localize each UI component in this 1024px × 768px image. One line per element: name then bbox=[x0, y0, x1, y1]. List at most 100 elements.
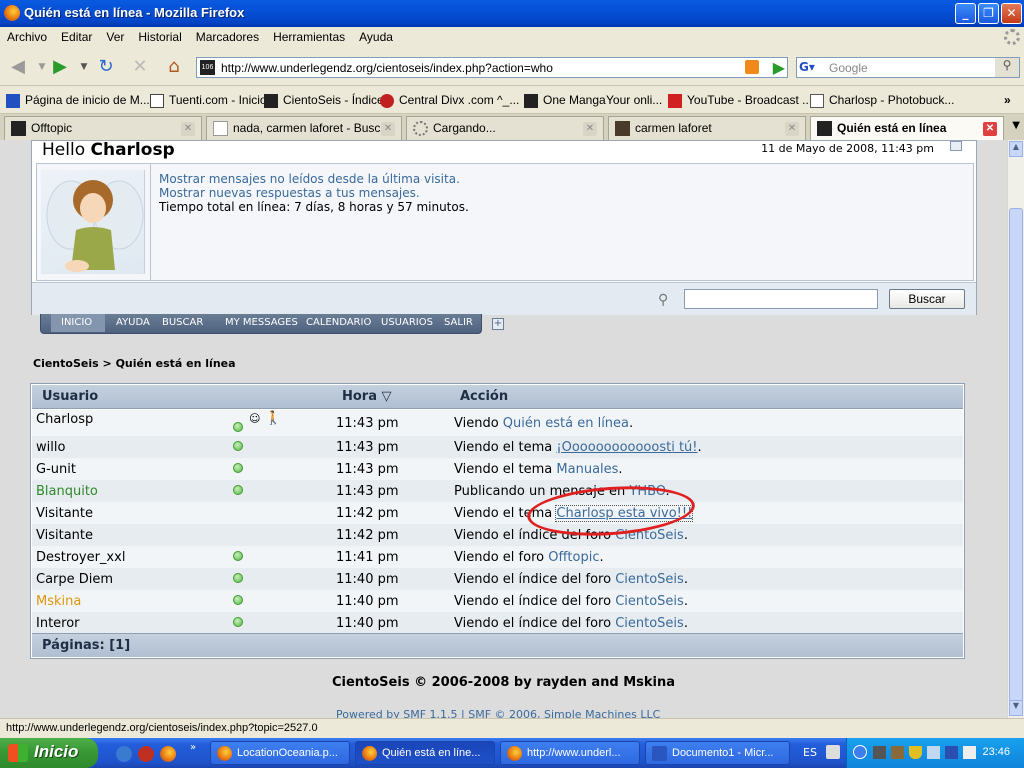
quicklaunch-overflow-icon[interactable]: » bbox=[190, 742, 196, 753]
tab-close-icon[interactable]: ✕ bbox=[983, 122, 997, 136]
bookmark-item[interactable]: One Manga bbox=[524, 93, 606, 108]
col-usuario[interactable]: Usuario bbox=[42, 389, 98, 404]
tab-quien-esta-en-linea[interactable]: Quién está en línea ✕ bbox=[810, 116, 1004, 140]
nav-usuarios[interactable]: USUARIOS bbox=[381, 317, 433, 328]
bookmark-item[interactable]: CientoSeis - Índice bbox=[264, 93, 384, 108]
scroll-up-icon[interactable]: ▲ bbox=[1009, 141, 1023, 157]
menu-historial[interactable]: Historial bbox=[131, 27, 188, 44]
clock[interactable]: 23:46 bbox=[982, 746, 1010, 758]
user-name[interactable]: Destroyer_xxl bbox=[36, 550, 125, 565]
network-icon[interactable] bbox=[927, 746, 940, 759]
bookmark-item[interactable]: Charlosp - Photobuck... bbox=[810, 93, 954, 108]
bookmark-item[interactable]: Tuenti.com - Inicio bbox=[150, 93, 267, 108]
volume-icon[interactable] bbox=[963, 746, 976, 759]
search-placeholder[interactable]: Google bbox=[829, 61, 868, 75]
menu-archivo[interactable]: Archivo bbox=[0, 27, 54, 44]
url-text[interactable]: http://www.underlegendz.org/cientoseis/i… bbox=[221, 61, 553, 75]
action-link[interactable]: Offtopic bbox=[548, 550, 599, 565]
search-magnifier-icon[interactable]: ⚲ bbox=[995, 58, 1019, 77]
menu-herramientas[interactable]: Herramientas bbox=[266, 27, 352, 44]
tab-close-icon[interactable]: ✕ bbox=[785, 122, 799, 136]
bookmark-item[interactable]: Central Divx .com ^_... bbox=[380, 93, 519, 108]
scroll-down-icon[interactable]: ▼ bbox=[1009, 700, 1023, 716]
forum-search-input[interactable] bbox=[684, 289, 878, 309]
start-button[interactable]: Inicio bbox=[0, 738, 98, 768]
task-location-oceania[interactable]: LocationOceania.p... bbox=[210, 741, 350, 765]
task-quien-esta[interactable]: Quién está en líne... bbox=[355, 741, 495, 765]
menu-ver[interactable]: Ver bbox=[99, 27, 131, 44]
menu-marcadores[interactable]: Marcadores bbox=[189, 27, 266, 44]
user-name[interactable]: Carpe Diem bbox=[36, 572, 113, 587]
user-name[interactable]: G-unit bbox=[36, 462, 76, 477]
firefox-quicklaunch-icon[interactable] bbox=[160, 746, 176, 762]
nav-buscar[interactable]: BUSCAR bbox=[162, 317, 203, 328]
action-link[interactable]: CientoSeis bbox=[615, 572, 684, 587]
bookmark-item[interactable]: Página de inicio de M... bbox=[6, 93, 150, 108]
forward-icon[interactable]: ▶ bbox=[48, 55, 72, 79]
tab-close-icon[interactable]: ✕ bbox=[583, 122, 597, 136]
user-name[interactable]: Charlosp bbox=[36, 412, 93, 427]
collapse-icon[interactable] bbox=[950, 141, 962, 151]
bookmarks-overflow-icon[interactable]: » bbox=[1004, 93, 1011, 107]
tab-list-icon[interactable]: ▼ bbox=[1012, 120, 1020, 131]
nav-calendario[interactable]: CALENDARIO bbox=[306, 317, 371, 328]
action-link[interactable]: Manuales bbox=[556, 462, 618, 477]
bookmark-item[interactable]: Your onli... bbox=[606, 93, 662, 107]
breadcrumb-current[interactable]: Quién está en línea bbox=[116, 357, 236, 370]
back-icon[interactable]: ◀ bbox=[6, 55, 30, 79]
scroll-thumb[interactable] bbox=[1009, 208, 1023, 708]
tab-carmen-laforet[interactable]: carmen laforet ✕ bbox=[608, 116, 806, 140]
tab-loading[interactable]: Cargando... ✕ bbox=[406, 116, 604, 140]
google-engine-icon[interactable]: G▾ bbox=[799, 60, 823, 75]
action-link[interactable]: ¡Oooooooooooosti tú! bbox=[556, 440, 697, 455]
home-icon[interactable]: ⌂ bbox=[162, 55, 186, 79]
unread-messages-link[interactable]: Mostrar mensajes no leídos desde la últi… bbox=[159, 172, 460, 186]
reload-icon[interactable]: ↻ bbox=[94, 55, 118, 79]
media-icon[interactable] bbox=[138, 746, 154, 762]
user-name[interactable]: willo bbox=[36, 440, 65, 455]
user-name[interactable]: Blanquito bbox=[36, 484, 98, 499]
tray-expand-icon[interactable] bbox=[853, 745, 867, 759]
forward-dropdown-icon[interactable]: ▼ bbox=[72, 55, 96, 79]
vertical-scrollbar[interactable]: ▲ ▼ bbox=[1007, 140, 1024, 718]
tray-icon[interactable] bbox=[873, 746, 886, 759]
menu-ayuda[interactable]: Ayuda bbox=[352, 27, 400, 44]
antivirus-icon[interactable] bbox=[945, 746, 958, 759]
tab-close-icon[interactable]: ✕ bbox=[381, 122, 395, 136]
search-button[interactable]: Buscar bbox=[889, 289, 965, 309]
nav-salir[interactable]: SALIR bbox=[444, 317, 473, 328]
menu-editar[interactable]: Editar bbox=[54, 27, 99, 44]
nav-ayuda[interactable]: AYUDA bbox=[116, 317, 150, 328]
action-link[interactable]: CientoSeis bbox=[615, 616, 684, 631]
tab-google-search[interactable]: nada, carmen laforet - Busc... ✕ bbox=[206, 116, 402, 140]
user-name[interactable]: Interor bbox=[36, 616, 80, 631]
tab-close-icon[interactable]: ✕ bbox=[181, 122, 195, 136]
action-link[interactable]: Quién está en línea bbox=[503, 416, 629, 431]
security-shield-icon[interactable] bbox=[909, 746, 922, 759]
col-hora[interactable]: Hora ▽ bbox=[342, 389, 392, 404]
nav-inicio[interactable]: INICIO bbox=[61, 317, 92, 328]
breadcrumb-home[interactable]: CientoSeis bbox=[33, 357, 99, 370]
new-replies-link[interactable]: Mostrar nuevas respuestas a tus mensajes… bbox=[159, 186, 420, 200]
nav-my-messages[interactable]: MY MESSAGES bbox=[225, 317, 298, 328]
stop-icon[interactable]: ✕ bbox=[128, 55, 152, 79]
tray-icon[interactable] bbox=[891, 746, 904, 759]
ie-icon[interactable] bbox=[116, 746, 132, 762]
pagination[interactable]: Páginas: [1] bbox=[42, 638, 130, 653]
tab-offtopic[interactable]: Offtopic ✕ bbox=[4, 116, 202, 140]
close-button[interactable]: ✕ bbox=[1001, 3, 1022, 24]
maximize-button[interactable]: ❐ bbox=[978, 3, 999, 24]
task-underlegendz[interactable]: http://www.underl... bbox=[500, 741, 640, 765]
bookmark-item[interactable]: YouTube - Broadcast ... bbox=[668, 93, 812, 108]
keyboard-icon[interactable] bbox=[826, 745, 840, 759]
user-name[interactable]: Mskina bbox=[36, 594, 81, 609]
go-arrow-icon[interactable]: ▶ bbox=[773, 58, 785, 78]
col-accion[interactable]: Acción bbox=[460, 389, 508, 404]
expand-plus-icon[interactable]: + bbox=[492, 318, 504, 330]
rss-feed-icon[interactable] bbox=[745, 60, 759, 74]
url-bar[interactable]: 106 http://www.underlegendz.org/cientose… bbox=[196, 57, 788, 78]
search-bar[interactable]: G▾ Google ⚲ bbox=[796, 57, 1020, 78]
minimize-button[interactable]: _ bbox=[955, 3, 976, 24]
task-documento1-word[interactable]: Documento1 - Micr... bbox=[645, 741, 790, 765]
language-indicator[interactable]: ES bbox=[803, 746, 817, 759]
